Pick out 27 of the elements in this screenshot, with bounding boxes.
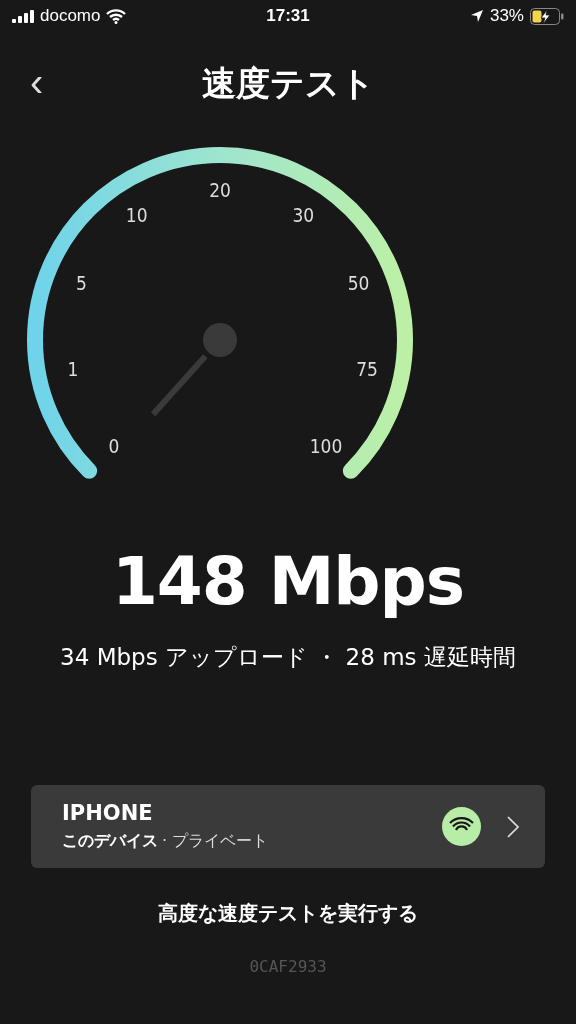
gauge-label: 30 bbox=[292, 204, 315, 227]
device-card[interactable]: IPHONE このデバイス · プライベート bbox=[31, 785, 545, 868]
download-speed: 148 Mbps bbox=[111, 543, 465, 620]
gauge-label: 50 bbox=[347, 271, 370, 294]
chevron-right-icon bbox=[507, 815, 519, 838]
wifi-icon bbox=[442, 807, 481, 846]
carrier-name: docomo bbox=[40, 6, 101, 26]
gauge-label: 1 bbox=[67, 358, 79, 381]
gauge-label: 5 bbox=[76, 271, 87, 294]
battery-percent: 33% bbox=[489, 6, 524, 26]
gauge-label: 100 bbox=[309, 435, 343, 458]
gauge-label: 10 bbox=[125, 204, 148, 227]
gauge-label: 75 bbox=[356, 358, 378, 381]
test-id: 0CAF2933 bbox=[249, 957, 327, 976]
wifi-icon bbox=[106, 8, 127, 24]
upload-latency-text: 34 Mbps アップロード ・ 28 ms 遅延時間 bbox=[60, 643, 516, 672]
screen-title: 速度テスト bbox=[201, 62, 375, 105]
signal-icon bbox=[12, 9, 34, 23]
location-arrow-icon bbox=[469, 9, 484, 23]
device-name: IPHONE bbox=[62, 801, 154, 825]
network-type: · プライベート bbox=[162, 831, 269, 852]
gauge-label: 0 bbox=[108, 435, 120, 458]
advanced-test-link[interactable]: 高度な速度テストを実行する bbox=[158, 900, 418, 927]
gauge-label: 20 bbox=[209, 179, 231, 201]
back-button[interactable]: ‹ bbox=[26, 62, 48, 102]
clock-time: 17:31 bbox=[266, 6, 310, 26]
device-owner: このデバイス bbox=[62, 831, 158, 852]
